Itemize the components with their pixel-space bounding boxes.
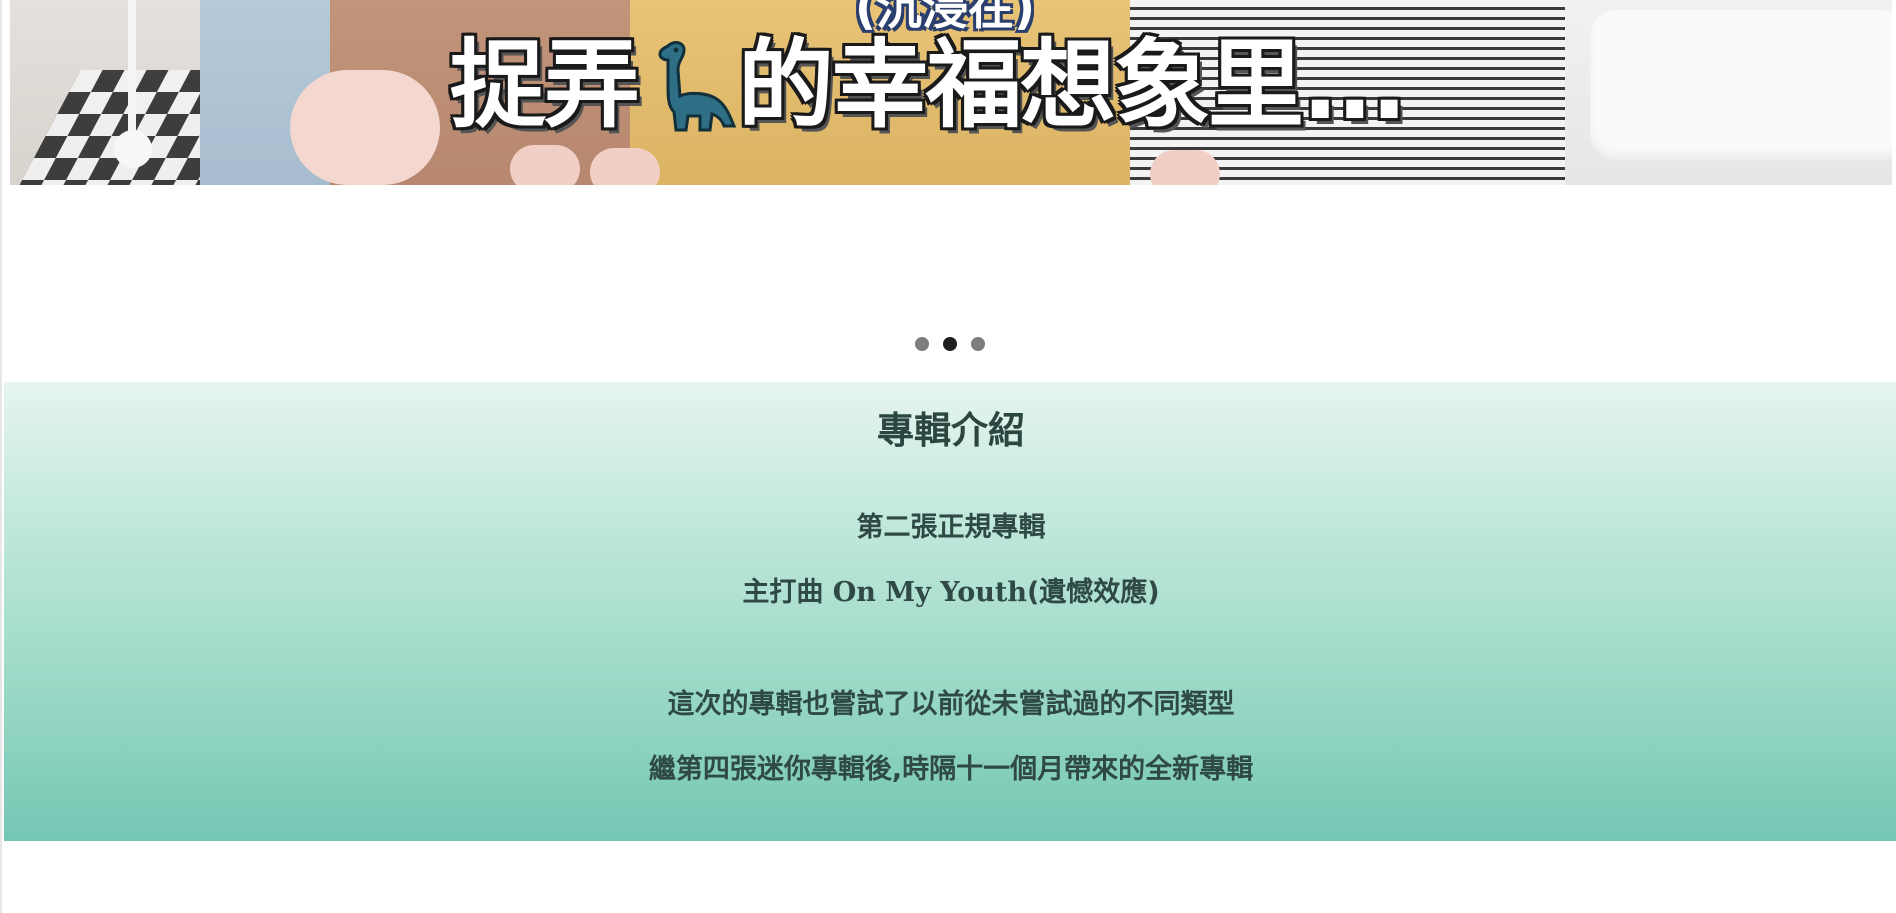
- carousel-dot-2-active[interactable]: [943, 337, 957, 351]
- stand-pole: [128, 0, 136, 150]
- album-type-text: 第二張正規專輯: [856, 512, 1046, 543]
- page: (沉浸在) 捉弄 的幸福想象里... 專輯介紹 第二張正規專輯 主打曲 On M…: [0, 0, 1896, 913]
- hand: [1150, 150, 1220, 185]
- banner-headline: 捉弄 的幸福想象里...: [450, 29, 1407, 141]
- carousel-dot-3[interactable]: [971, 337, 985, 351]
- hand: [510, 145, 580, 185]
- banner-headline-part1: 捉弄: [450, 29, 640, 141]
- plush-toy: [290, 70, 440, 185]
- dinosaur-icon: [638, 36, 738, 136]
- title-track-name: On My Youth: [832, 577, 1027, 608]
- section-title: 專輯介紹: [877, 409, 1025, 452]
- album-description-line: 繼第四張迷你專輯後,時隔十一個月帶來的全新專輯: [648, 754, 1254, 785]
- title-track-text: 主打曲 On My Youth(遺憾效應): [4, 575, 1896, 611]
- sofa-cushion: [1590, 10, 1892, 160]
- title-track-subtitle: (遺憾效應): [1026, 577, 1160, 608]
- stand-base: [114, 130, 152, 168]
- carousel-slide-image[interactable]: (沉浸在) 捉弄 的幸福想象里...: [10, 0, 1892, 185]
- album-intro-section: 專輯介紹 第二張正規專輯 主打曲 On My Youth(遺憾效應) 這次的專輯…: [4, 382, 1896, 841]
- title-track-prefix: 主打曲: [742, 577, 824, 608]
- album-description-line: 這次的專輯也嘗試了以前從未嘗試過的不同類型: [667, 689, 1235, 720]
- banner-headline-part2: 的幸福想象里...: [738, 29, 1407, 141]
- hand: [590, 148, 660, 185]
- carousel-dot-1[interactable]: [915, 337, 929, 351]
- carousel-indicators: [2, 337, 1896, 351]
